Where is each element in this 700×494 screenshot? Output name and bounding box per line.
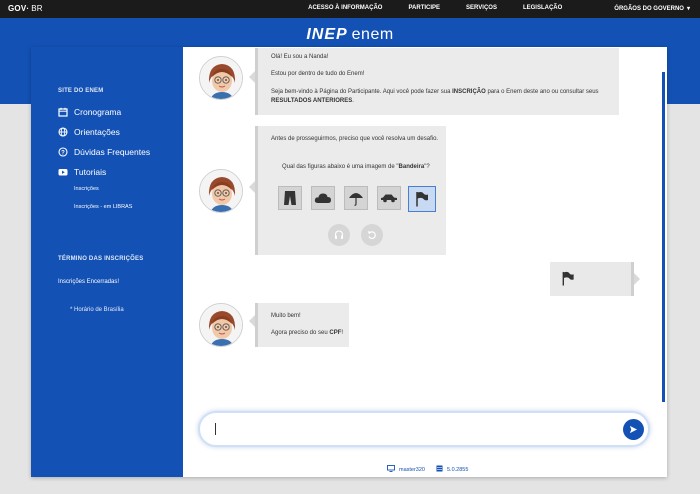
captcha-option-car[interactable] bbox=[377, 186, 401, 210]
bubble-tail bbox=[249, 71, 255, 83]
assistant-avatar bbox=[199, 56, 243, 100]
bubble-tail bbox=[249, 315, 255, 327]
flag-icon bbox=[416, 191, 428, 207]
sidebar-item-label: Dúvidas Frequentes bbox=[74, 147, 151, 157]
sidebar-item-orientacoes[interactable]: Orientações bbox=[58, 127, 120, 137]
refresh-captcha-button[interactable] bbox=[361, 224, 383, 246]
cpf-line-2: Agora preciso do seu CPF! bbox=[271, 329, 343, 337]
umbrella-icon bbox=[349, 193, 363, 206]
gov-bar: GOV· BR ACESSO À INFORMAÇÃO PARTICIPE SER… bbox=[0, 0, 700, 18]
chat-input-container bbox=[198, 411, 650, 447]
link-participe[interactable]: PARTICIPE bbox=[408, 5, 440, 12]
cpf-text: Agora preciso do seu bbox=[271, 330, 330, 336]
sidebar-item-label: Tutoriais bbox=[74, 167, 107, 177]
link-orgaos-label: ÓRGÃOS DO GOVERNO bbox=[614, 6, 684, 12]
welcome-text: . bbox=[352, 98, 354, 104]
inscricoes-status: Inscrições Encerradas! bbox=[58, 279, 120, 285]
cpf-bold: CPF bbox=[329, 330, 342, 336]
sidebar-subitem-inscricoes-libras[interactable]: Inscrições - em LIBRAS bbox=[74, 204, 132, 210]
gov-links: ACESSO À INFORMAÇÃO PARTICIPE SERVIÇOS L… bbox=[282, 5, 690, 12]
welcome-line-2: Estou por dentro de tudo do Enem! bbox=[271, 71, 365, 77]
headphones-icon bbox=[334, 230, 344, 239]
car-icon bbox=[381, 194, 397, 203]
monitor-icon bbox=[387, 465, 395, 474]
text-caret bbox=[215, 423, 216, 435]
question-text: "? bbox=[424, 164, 430, 170]
server-name: master320 bbox=[399, 466, 425, 473]
welcome-text: Seja bem-vindo à Página do Participante.… bbox=[271, 89, 453, 95]
captcha-option-pants[interactable] bbox=[278, 186, 302, 210]
bubble-tail bbox=[634, 273, 640, 285]
footer-server: master320 bbox=[387, 465, 425, 474]
link-acesso-informacao[interactable]: ACESSO À INFORMAÇÃO bbox=[308, 5, 382, 12]
help-circle-icon: ? bbox=[58, 147, 68, 157]
link-servicos[interactable]: SERVIÇOS bbox=[466, 5, 497, 12]
assistant-message-captcha: Antes de prosseguirmos, preciso que você… bbox=[249, 126, 446, 255]
captcha-intro: Antes de prosseguirmos, preciso que você… bbox=[271, 136, 439, 142]
sidebar-item-duvidas-frequentes[interactable]: ? Dúvidas Frequentes bbox=[58, 147, 150, 157]
flag-icon bbox=[562, 271, 574, 286]
question-text: Qual das figuras abaixo é uma imagem de … bbox=[282, 164, 399, 170]
sidebar-item-label: Cronograma bbox=[74, 107, 122, 117]
br-logo-text: BR bbox=[31, 4, 43, 13]
link-orgaos-governo[interactable]: ÓRGÃOS DO GOVERNO ▾ bbox=[588, 5, 690, 12]
sidebar-subitem-inscricoes[interactable]: Inscrições bbox=[74, 186, 99, 192]
footer-version: 5.0.2855 bbox=[436, 465, 468, 474]
sidebar-item-cronograma[interactable]: Cronograma bbox=[58, 107, 121, 117]
captcha-question: Qual das figuras abaixo é uma imagem de … bbox=[282, 163, 430, 171]
resultados-bold: RESULTADOS ANTERIORES bbox=[271, 98, 353, 104]
cloud-icon bbox=[314, 193, 331, 203]
assistant-message-welcome: Olá! Eu sou a Nanda! Estou por dentro de… bbox=[249, 48, 619, 115]
welcome-line-3: Seja bem-vindo à Página do Participante.… bbox=[271, 88, 619, 96]
chat-input[interactable] bbox=[214, 421, 604, 437]
timezone-note: * Horário de Brasília bbox=[70, 307, 124, 313]
inep-logo-text: INEP bbox=[306, 26, 348, 43]
captcha-option-umbrella[interactable] bbox=[344, 186, 368, 210]
cpf-text: ! bbox=[341, 330, 344, 336]
captcha-option-flag[interactable] bbox=[408, 186, 436, 212]
send-icon bbox=[629, 425, 638, 434]
chat-scrollbar[interactable] bbox=[662, 72, 665, 402]
question-target: Bandeira bbox=[398, 164, 425, 170]
cpf-line-1: Muito bem! bbox=[271, 313, 301, 319]
undo-icon bbox=[367, 231, 376, 240]
assistant-avatar bbox=[199, 169, 243, 213]
send-button[interactable] bbox=[623, 419, 644, 440]
welcome-line-1: Olá! Eu sou a Nanda! bbox=[271, 54, 329, 60]
welcome-text: para o Enem deste ano ou consultar seus bbox=[485, 89, 599, 95]
server-icon bbox=[436, 465, 443, 474]
gov-br-logo[interactable]: GOV· BR bbox=[8, 4, 43, 13]
user-message-flag bbox=[550, 262, 640, 296]
bubble-tail bbox=[249, 181, 255, 193]
sidebar-section-termino: TÉRMINO DAS INSCRIÇÕES bbox=[58, 256, 144, 262]
gov-logo-text: GOV bbox=[8, 4, 27, 13]
globe-icon bbox=[58, 127, 68, 137]
chevron-down-icon: ▾ bbox=[686, 6, 690, 12]
audio-captcha-button[interactable] bbox=[328, 224, 350, 246]
inep-enem-logo: INEP enem bbox=[0, 26, 700, 44]
sidebar-item-label: Orientações bbox=[74, 127, 120, 137]
sidebar: SITE DO ENEM Cronograma Orientações ? Dú… bbox=[31, 47, 183, 477]
pants-icon bbox=[284, 191, 296, 205]
enem-logo-text: enem bbox=[351, 26, 394, 43]
inscricao-bold: INSCRIÇÃO bbox=[452, 89, 486, 95]
calendar-icon bbox=[58, 107, 68, 117]
welcome-line-4: RESULTADOS ANTERIORES. bbox=[271, 97, 354, 105]
svg-text:?: ? bbox=[61, 150, 65, 156]
play-icon bbox=[58, 167, 68, 177]
sidebar-section-site: SITE DO ENEM bbox=[58, 88, 104, 94]
sidebar-item-tutoriais[interactable]: Tutoriais bbox=[58, 167, 106, 177]
assistant-message-cpf: Muito bem! Agora preciso do seu CPF! bbox=[249, 303, 349, 347]
captcha-option-cloud[interactable] bbox=[311, 186, 335, 210]
assistant-avatar bbox=[199, 303, 243, 347]
link-legislacao[interactable]: LEGISLAÇÃO bbox=[523, 5, 562, 12]
version-number: 5.0.2855 bbox=[447, 466, 469, 473]
